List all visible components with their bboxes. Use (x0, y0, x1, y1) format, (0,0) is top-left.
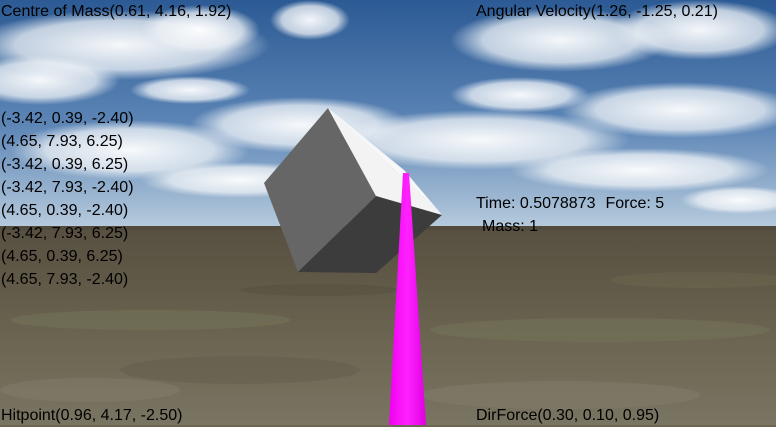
hitpoint-label: Hitpoint(0.96, 4.17, -2.50) (1, 407, 183, 424)
dir-force-label: DirForce(0.30, 0.10, 0.95) (476, 407, 660, 424)
vertex-item: (4.65, 7.93, 6.25) (1, 133, 123, 150)
force-label: Force: 5 (605, 195, 665, 212)
vertex-item: (-3.42, 0.39, 6.25) (1, 156, 129, 173)
mass-label: Mass: 1 (482, 218, 539, 235)
vertex-item: (-3.42, 7.93, -2.40) (1, 179, 134, 196)
time-label: Time: 0.5078873 (476, 195, 596, 212)
vertex-list: (-3.42, 0.39, -2.40) (4.65, 7.93, 6.25) … (1, 107, 134, 291)
time-force-row: Time: 0.5078873 Force: 5 (476, 192, 664, 215)
vertex-item: (-3.42, 7.93, 6.25) (1, 225, 129, 242)
vertex-item: (-3.42, 0.39, -2.40) (1, 110, 134, 127)
angular-velocity-label: Angular Velocity(1.26, -1.25, 0.21) (476, 3, 718, 20)
vertex-item: (4.65, 0.39, -2.40) (1, 202, 129, 219)
vertex-item: (4.65, 0.39, 6.25) (1, 248, 123, 265)
centre-of-mass-label: Centre of Mass(0.61, 4.16, 1.92) (1, 3, 232, 20)
vertex-item: (4.65, 7.93, -2.40) (1, 271, 129, 288)
